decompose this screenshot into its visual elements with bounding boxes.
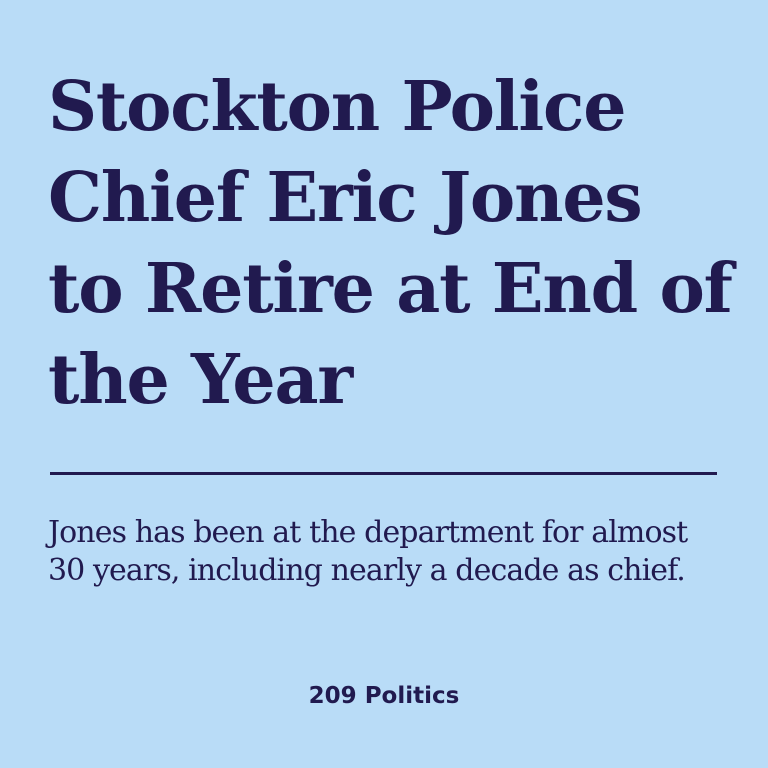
headline-divider (50, 472, 717, 475)
headline: Stockton Police Chief Eric Jones to Reti… (48, 67, 733, 420)
news-card: Stockton Police Chief Eric Jones to Reti… (0, 0, 768, 768)
source-label: 209 Politics (308, 683, 460, 709)
summary-text: Jones has been at the department for alm… (48, 515, 688, 588)
